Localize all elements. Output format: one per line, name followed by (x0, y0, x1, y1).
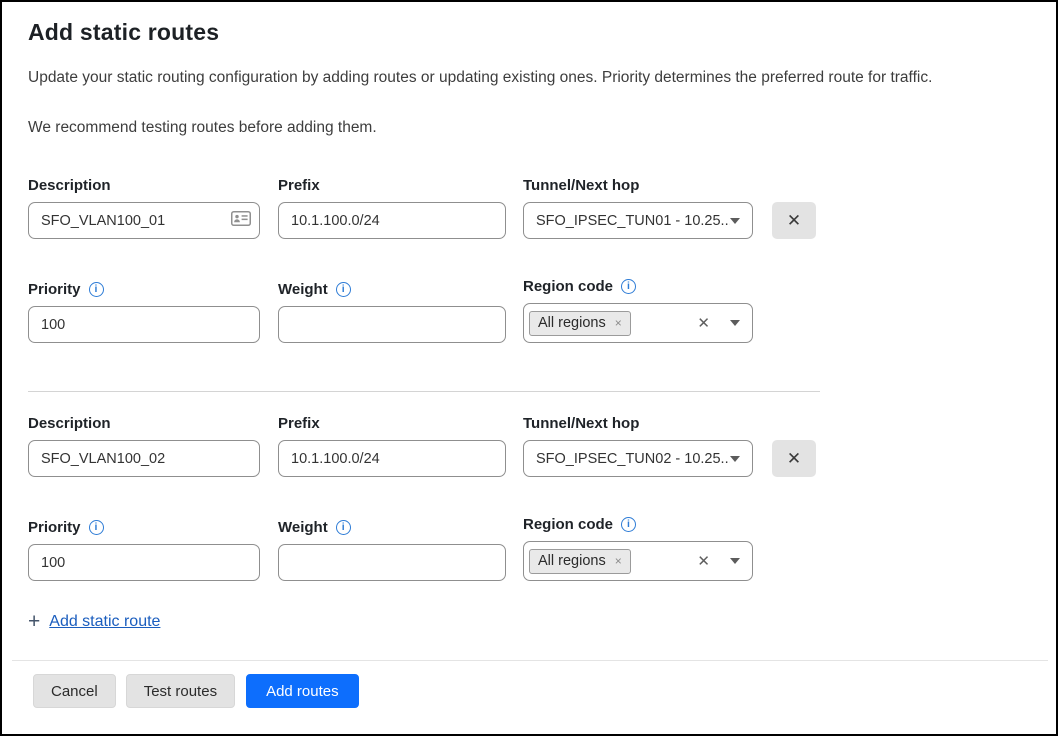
tunnel-next-hop-value: SFO_IPSEC_TUN01 - 10.25... (536, 213, 730, 229)
route-section-2: Description Prefix Tunnel/Next hop SFO_I… (28, 414, 1030, 581)
tunnel-next-hop-label: Tunnel/Next hop (523, 176, 753, 195)
region-tag-label: All regions (538, 553, 606, 569)
priority-input[interactable] (28, 306, 260, 343)
info-icon[interactable]: i (336, 520, 351, 535)
description-label: Description (28, 176, 260, 195)
prefix-input[interactable] (278, 202, 506, 239)
prefix-label: Prefix (278, 176, 506, 195)
prefix-label: Prefix (278, 414, 506, 433)
region-code-select[interactable]: All regions × ✕ (523, 541, 753, 581)
chevron-down-icon (730, 558, 740, 564)
section-divider (28, 391, 820, 392)
tunnel-next-hop-select[interactable]: SFO_IPSEC_TUN02 - 10.25... (523, 440, 753, 477)
page-title: Add static routes (28, 18, 1030, 46)
region-tag-label: All regions (538, 315, 606, 331)
tunnel-next-hop-label: Tunnel/Next hop (523, 414, 753, 433)
close-icon: ✕ (787, 449, 801, 468)
chip-remove-icon[interactable]: × (615, 317, 622, 329)
priority-input[interactable] (28, 544, 260, 581)
weight-input[interactable] (278, 306, 506, 343)
clear-selection-icon[interactable]: ✕ (697, 554, 710, 569)
remove-route-button[interactable]: ✕ (772, 440, 816, 477)
description-label: Description (28, 414, 260, 433)
close-icon: ✕ (787, 211, 801, 230)
recommendation-text: We recommend testing routes before addin… (28, 117, 1030, 138)
weight-label: Weight i (278, 518, 506, 537)
chevron-down-icon (730, 456, 740, 462)
tunnel-next-hop-value: SFO_IPSEC_TUN02 - 10.25... (536, 451, 730, 467)
clear-selection-icon[interactable]: ✕ (697, 316, 710, 331)
chevron-down-icon (730, 320, 740, 326)
weight-input[interactable] (278, 544, 506, 581)
dialog-footer: Cancel Test routes Add routes (12, 660, 1048, 734)
region-code-label: Region code i (523, 277, 753, 296)
info-icon[interactable]: i (336, 282, 351, 297)
description-input[interactable] (28, 440, 260, 477)
intro-text: Update your static routing configuration… (28, 67, 1030, 88)
test-routes-button[interactable]: Test routes (126, 674, 235, 708)
region-code-select[interactable]: All regions × ✕ (523, 303, 753, 343)
chip-remove-icon[interactable]: × (615, 555, 622, 567)
info-icon[interactable]: i (89, 282, 104, 297)
info-icon[interactable]: i (621, 517, 636, 532)
tunnel-next-hop-select[interactable]: SFO_IPSEC_TUN01 - 10.25... (523, 202, 753, 239)
region-code-label: Region code i (523, 515, 753, 534)
prefix-input[interactable] (278, 440, 506, 477)
info-icon[interactable]: i (89, 520, 104, 535)
remove-route-button[interactable]: ✕ (772, 202, 816, 239)
contact-card-icon (231, 211, 251, 231)
priority-label: Priority i (28, 518, 260, 537)
add-routes-button[interactable]: Add routes (246, 674, 359, 708)
cancel-button[interactable]: Cancel (33, 674, 116, 708)
region-tag-chip: All regions × (529, 311, 631, 336)
priority-label: Priority i (28, 280, 260, 299)
add-static-route-link[interactable]: Add static route (49, 613, 160, 631)
route-section-1: Description (28, 176, 1030, 343)
info-icon[interactable]: i (621, 279, 636, 294)
weight-label: Weight i (278, 280, 506, 299)
chevron-down-icon (730, 218, 740, 224)
add-static-routes-dialog: Add static routes Update your static rou… (0, 0, 1058, 736)
description-input[interactable] (28, 202, 260, 239)
plus-icon: + (28, 611, 40, 632)
add-static-route-row: + Add static route (28, 611, 1030, 632)
region-tag-chip: All regions × (529, 549, 631, 574)
